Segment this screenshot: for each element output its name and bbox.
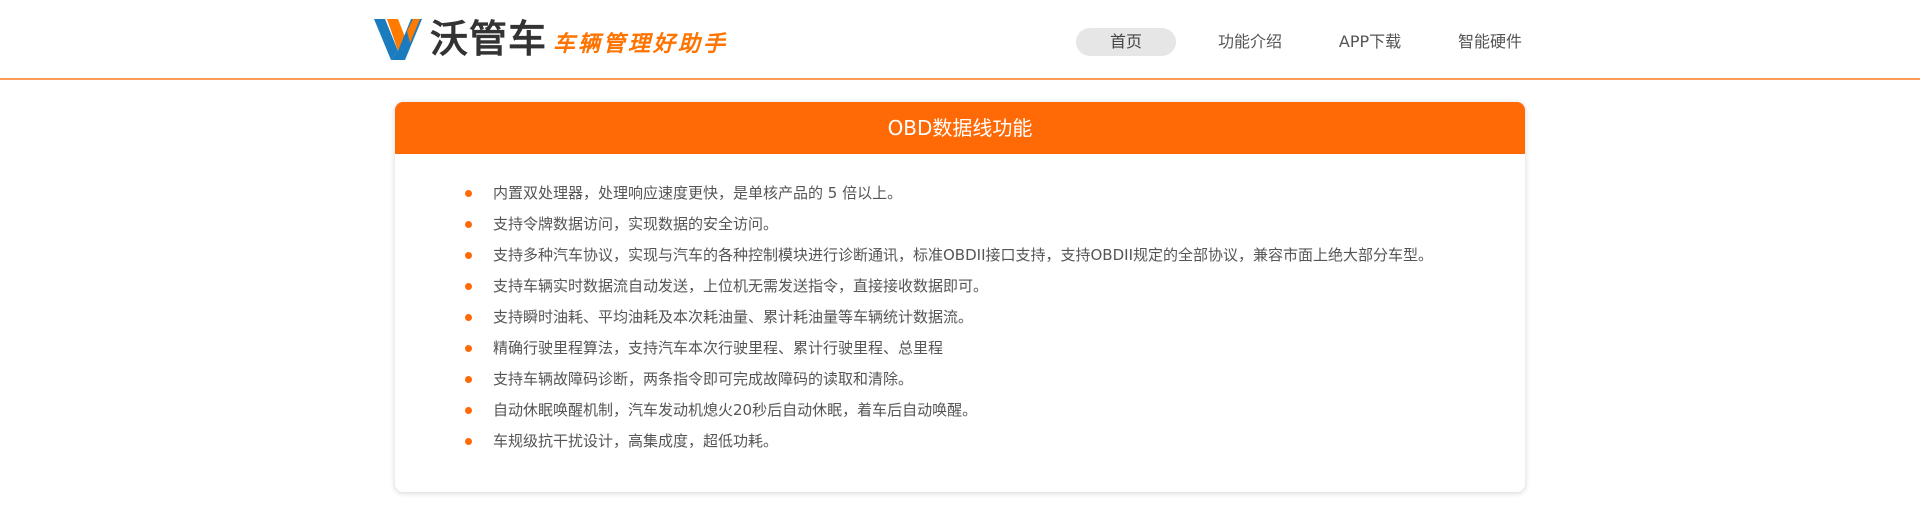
bullet-icon bbox=[465, 376, 472, 383]
feature-text: 支持车辆实时数据流自动发送，上位机无需发送指令，直接接收数据即可。 bbox=[493, 277, 989, 295]
feature-text: 精确行驶里程算法，支持汽车本次行驶里程、累计行驶里程、总里程 bbox=[493, 339, 944, 357]
nav-home[interactable]: 首页 bbox=[1076, 28, 1176, 56]
feature-text: 支持车辆故障码诊断，两条指令即可完成故障码的读取和清除。 bbox=[493, 370, 914, 388]
bullet-icon bbox=[465, 252, 472, 259]
bullet-icon bbox=[465, 314, 472, 321]
bullet-icon bbox=[465, 283, 472, 290]
feature-text: 支持多种汽车协议，实现与汽车的各种控制模块进行诊断通讯，标准OBDII接口支持，… bbox=[493, 246, 1433, 264]
feature-text: 支持令牌数据访问，实现数据的安全访问。 bbox=[493, 215, 779, 233]
bullet-icon bbox=[465, 190, 472, 197]
bullet-icon bbox=[465, 221, 472, 228]
logo-icon[interactable] bbox=[374, 17, 422, 61]
site-header: 沃管车 车辆管理好助手 首页 功能介绍 APP下载 智能硬件 bbox=[0, 0, 1920, 80]
nav-features[interactable]: 功能介绍 bbox=[1207, 28, 1293, 56]
bullet-icon bbox=[465, 345, 472, 352]
card-title: OBD数据线功能 bbox=[395, 102, 1525, 154]
bullet-icon bbox=[465, 438, 472, 445]
feature-text: 自动休眠唤醒机制，汽车发动机熄火20秒后自动休眠，着车后自动唤醒。 bbox=[493, 401, 978, 419]
feature-text: 内置双处理器，处理响应速度更快，是单核产品的 5 倍以上。 bbox=[493, 184, 903, 202]
nav-smart-hardware[interactable]: 智能硬件 bbox=[1450, 28, 1530, 56]
brand-name[interactable]: 沃管车 bbox=[430, 14, 547, 64]
obd-features-card: OBD数据线功能 内置双处理器，处理响应速度更快，是单核产品的 5 倍以上。 支… bbox=[395, 102, 1525, 492]
brand-slogan: 车辆管理好助手 bbox=[553, 32, 729, 57]
feature-text: 支持瞬时油耗、平均油耗及本次耗油量、累计耗油量等车辆统计数据流。 bbox=[493, 308, 974, 326]
feature-text: 车规级抗干扰设计，高集成度，超低功耗。 bbox=[493, 432, 779, 450]
bullet-icon bbox=[465, 407, 472, 414]
nav-app-download[interactable]: APP下载 bbox=[1330, 28, 1410, 56]
